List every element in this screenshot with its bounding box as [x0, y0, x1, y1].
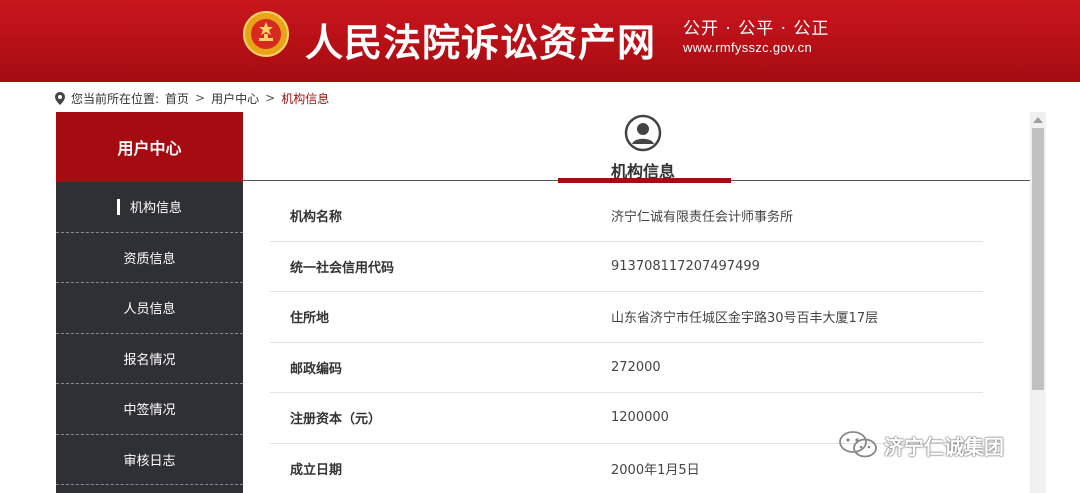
- breadcrumb-prefix: 您当前所在位置:: [71, 91, 160, 106]
- sidebar-item-label: 人员信息: [123, 302, 176, 318]
- site-slogan: 公开 · 公平 · 公正: [683, 19, 830, 39]
- breadcrumb-home-link[interactable]: 首页: [165, 90, 189, 107]
- scroll-thumb[interactable]: [1032, 128, 1044, 390]
- row-label: 注册资本（元）: [290, 412, 382, 428]
- row-value: 山东省济宁市任城区金宇路30号百丰大厦17层: [611, 311, 879, 327]
- table-row: 机构名称 济宁仁诚有限责任会计师事务所: [270, 191, 983, 242]
- scroll-up-arrow-icon[interactable]: [1033, 117, 1043, 123]
- sidebar: 用户中心 机构信息 资质信息 人员信息 报名情况 中签情况 审核日志: [56, 112, 243, 493]
- site-title: 人民法院诉讼资产网: [305, 21, 657, 65]
- row-value: 913708117207497499: [611, 258, 760, 274]
- row-label: 成立日期: [290, 463, 343, 479]
- row-label: 统一社会信用代码: [290, 260, 395, 276]
- site-header: 人民法院诉讼资产网 公开 · 公平 · 公正 www.rmfysszc.gov.…: [0, 0, 1080, 82]
- table-row: 住所地 山东省济宁市任城区金宇路30号百丰大厦17层: [270, 292, 983, 343]
- sidebar-item-label: 审核日志: [123, 453, 176, 469]
- sidebar-item-qualification[interactable]: 资质信息: [56, 233, 243, 283]
- court-emblem-icon: [243, 11, 289, 57]
- sidebar-item-label: 机构信息: [129, 201, 182, 217]
- active-indicator: [116, 198, 120, 215]
- breadcrumb-separator: >: [265, 91, 276, 105]
- breadcrumb-user-center-link[interactable]: 用户中心: [211, 90, 259, 107]
- sidebar-title: 用户中心: [56, 112, 243, 182]
- breadcrumb-separator: >: [195, 91, 206, 105]
- title-accent-bar: [558, 178, 731, 183]
- sidebar-item-label: 报名情况: [123, 352, 176, 368]
- sidebar-item-label: 资质信息: [123, 251, 176, 267]
- location-pin-icon: [55, 91, 65, 105]
- sidebar-item-lottery-win[interactable]: 中签情况: [56, 384, 243, 435]
- vertical-scrollbar[interactable]: [1030, 112, 1046, 493]
- breadcrumb: 您当前所在位置: 首页 > 用户中心 > 机构信息: [55, 89, 329, 107]
- sidebar-item-org-info[interactable]: 机构信息: [56, 182, 243, 233]
- wechat-watermark: 济宁仁诚集团: [838, 430, 1004, 460]
- sidebar-item-registration[interactable]: 报名情况: [56, 334, 243, 384]
- content-header: 机构信息: [243, 112, 1030, 183]
- wechat-icon: [839, 431, 877, 458]
- row-label: 机构名称: [290, 210, 343, 226]
- breadcrumb-current: 机构信息: [281, 91, 330, 106]
- row-label: 住所地: [290, 311, 330, 327]
- sidebar-item-audit-log[interactable]: 审核日志: [56, 435, 243, 485]
- table-row: 邮政编码 272000: [270, 343, 983, 393]
- sidebar-item-label: 中签情况: [123, 403, 176, 419]
- row-value: 272000: [611, 359, 661, 375]
- row-label: 邮政编码: [290, 361, 343, 377]
- watermark-text: 济宁仁诚集团: [884, 434, 1004, 459]
- site-url: www.rmfysszc.gov.cn: [683, 40, 812, 55]
- row-value: 济宁仁诚有限责任会计师事务所: [611, 210, 794, 226]
- user-avatar-icon: [624, 114, 662, 152]
- row-value: 1200000: [611, 410, 669, 426]
- sidebar-item-personnel[interactable]: 人员信息: [56, 283, 243, 334]
- row-value: 2000年1月5日: [611, 463, 700, 479]
- table-row: 统一社会信用代码 913708117207497499: [270, 242, 983, 292]
